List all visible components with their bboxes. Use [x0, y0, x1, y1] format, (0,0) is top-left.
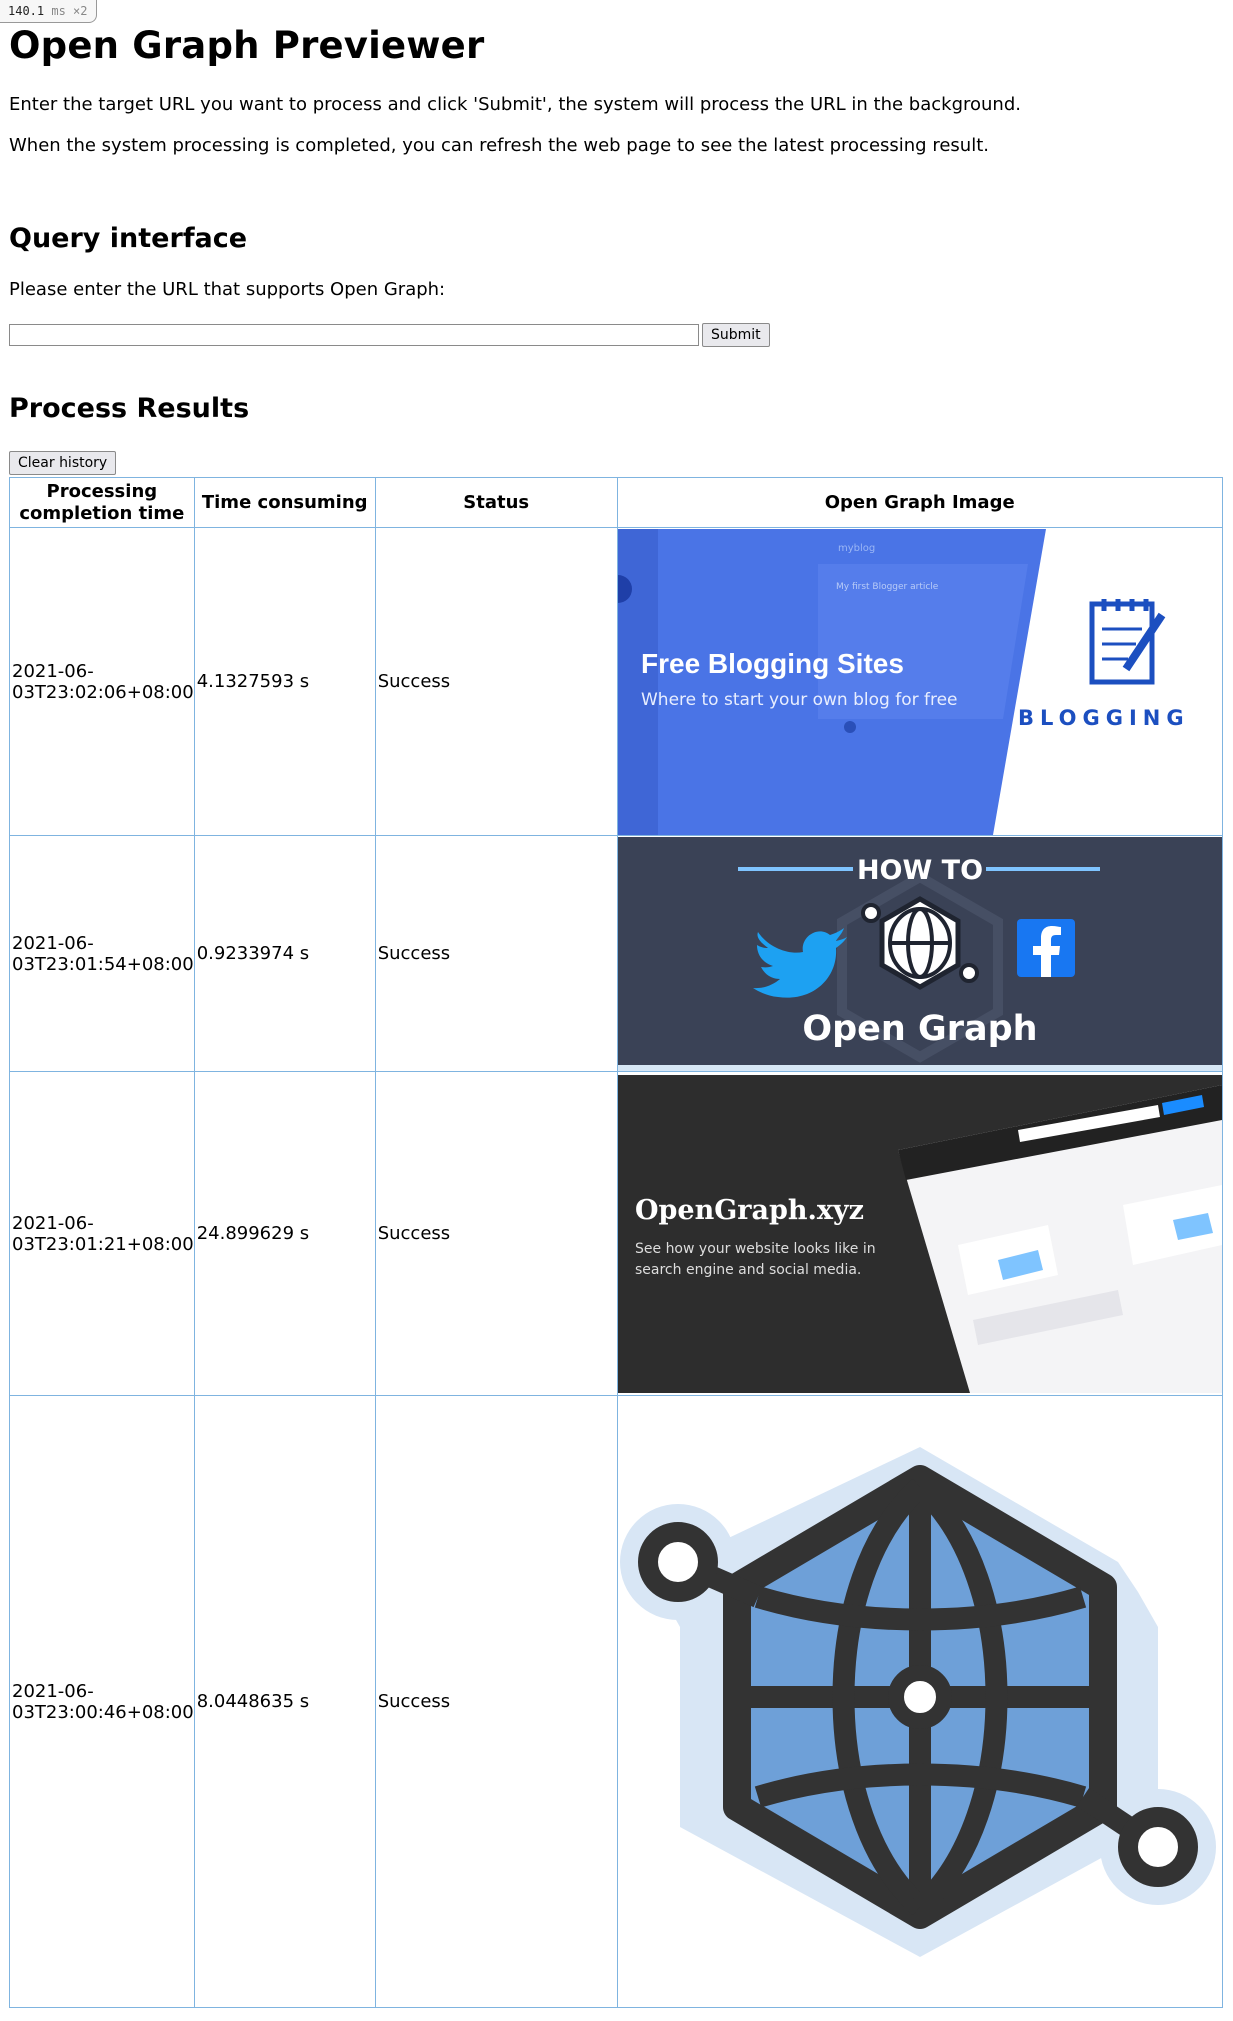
duration-cell: 4.1327593 s — [193, 527, 376, 836]
facebook-icon — [1016, 918, 1075, 977]
completion-time-cell: 2021-06-03T23:01:54+08:00 — [9, 835, 195, 1072]
completion-time-cell: 2021-06-03T23:00:46+08:00 — [9, 1395, 195, 2008]
table-row: 2021-06-03T23:01:21+08:00 24.899629 s Su… — [9, 1071, 1223, 1396]
og-image-howto: HOW TO Open Graph — [617, 836, 1222, 1071]
timing-value: 140.1 — [8, 4, 45, 18]
table-row: 2021-06-03T23:00:46+08:00 8.0448635 s Su… — [9, 1395, 1223, 2008]
intro-line-2: When the system processing is completed,… — [9, 135, 989, 156]
page-title: Open Graph Previewer — [9, 24, 485, 67]
og-image-cell: HOW TO Open Graph — [616, 835, 1223, 1072]
og-image-mock-text-2: My first Blogger article — [836, 582, 939, 592]
og-image-cell: myblog My first Blogger article Free Blo… — [616, 527, 1223, 836]
query-heading: Query interface — [9, 223, 248, 254]
col-header-og-image: Open Graph Image — [616, 477, 1223, 528]
opengraph-logo-icon — [617, 1396, 1222, 2007]
url-input[interactable] — [9, 324, 699, 346]
og-image-title: OpenGraph.xyz — [635, 1195, 864, 1226]
og-image-blogging: myblog My first Blogger article Free Blo… — [617, 528, 1222, 835]
status-cell: Success — [374, 835, 618, 1072]
col-header-status: Status — [374, 477, 618, 528]
table-row: 2021-06-03T23:01:54+08:00 0.9233974 s Su… — [9, 835, 1223, 1072]
notepad-icon — [1089, 598, 1166, 684]
duration-cell: 8.0448635 s — [193, 1395, 376, 2008]
intro-line-1: Enter the target URL you want to process… — [9, 94, 1021, 115]
table-row: 2021-06-03T23:02:06+08:00 4.1327593 s Su… — [9, 527, 1223, 836]
completion-time-cell: 2021-06-03T23:01:21+08:00 — [9, 1071, 195, 1396]
col-header-completion-time: Processing completion time — [9, 477, 195, 528]
submit-button[interactable]: Submit — [702, 323, 770, 347]
og-image-mock-text-1: myblog — [838, 543, 875, 554]
url-label: Please enter the URL that supports Open … — [9, 279, 446, 300]
og-image-blogging-badge: BLOGGING — [1018, 706, 1190, 730]
og-image-opengraph-xyz: OpenGraph.xyz See how your website looks… — [617, 1074, 1222, 1393]
results-heading: Process Results — [9, 393, 250, 424]
og-image-cell — [616, 1395, 1223, 2008]
timing-unit: ms — [51, 4, 66, 18]
status-cell: Success — [374, 1071, 618, 1396]
og-image-cell: OpenGraph.xyz See how your website looks… — [616, 1071, 1223, 1396]
og-image-subtitle: Where to start your own blog for free — [641, 690, 958, 710]
clear-history-button[interactable]: Clear history — [9, 451, 117, 475]
og-image-subtitle-line-2: search engine and social media. — [635, 1262, 861, 1278]
og-image-title: HOW TO — [857, 855, 983, 886]
timing-mult: ×2 — [73, 4, 88, 18]
og-image-subtitle-line-1: See how your website looks like in — [635, 1241, 876, 1257]
og-image-subtitle: Open Graph — [802, 1009, 1037, 1049]
duration-cell: 0.9233974 s — [193, 835, 376, 1072]
col-header-time-consuming: Time consuming — [193, 477, 376, 528]
table-header-row: Processing completion time Time consumin… — [9, 477, 1223, 528]
og-image-title: Free Blogging Sites — [641, 648, 904, 679]
status-cell: Success — [374, 527, 618, 836]
completion-time-cell: 2021-06-03T23:02:06+08:00 — [9, 527, 195, 836]
timing-badge: 140.1 ms ×2 — [0, 0, 97, 23]
status-cell: Success — [374, 1395, 618, 2008]
duration-cell: 24.899629 s — [193, 1071, 376, 1396]
results-table: Processing completion time Time consumin… — [9, 477, 1223, 2008]
